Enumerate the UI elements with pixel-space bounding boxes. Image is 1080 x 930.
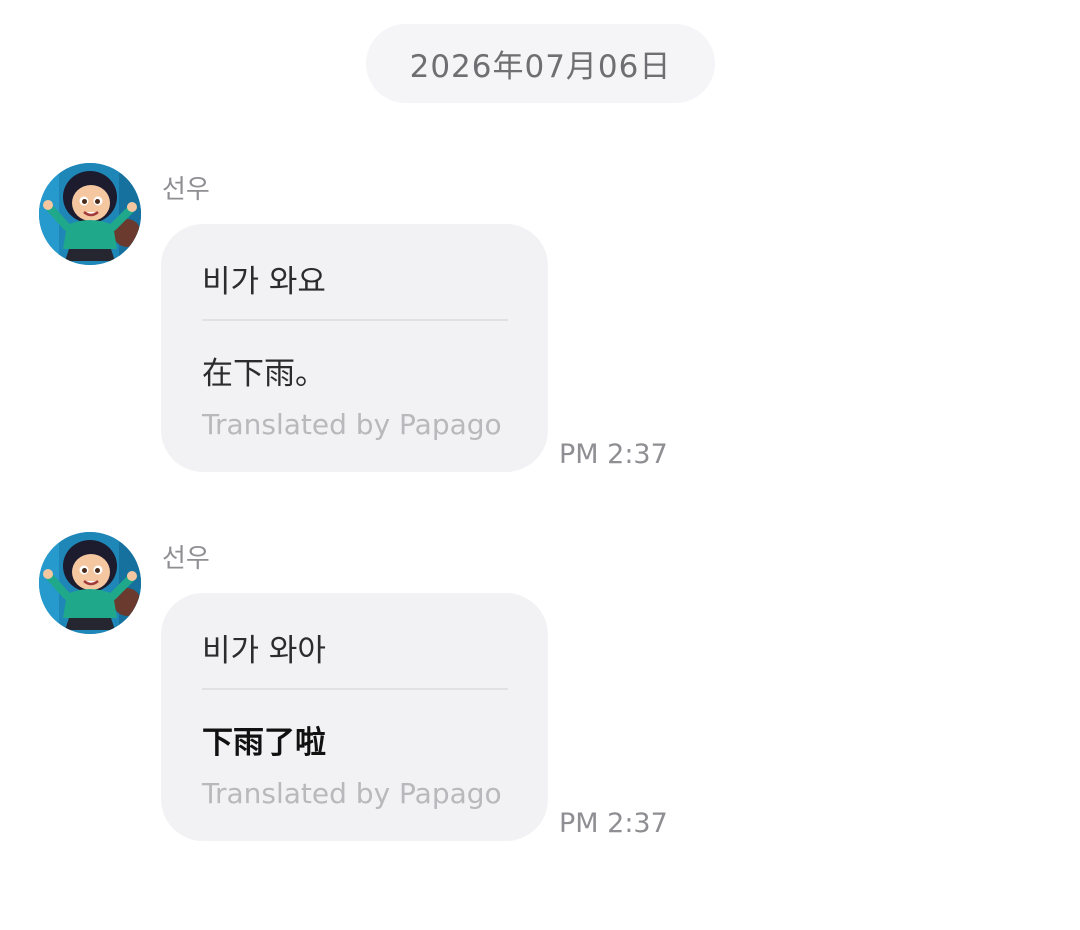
translation-credit: Translated by Papago (202, 777, 502, 810)
translated-text: 在下雨。 (202, 356, 326, 392)
sender-avatar[interactable] (39, 163, 141, 265)
message-time: PM 2:37 (559, 439, 668, 470)
sender-avatar[interactable] (39, 532, 141, 634)
date-separator: 2026年07月06日 (366, 24, 715, 103)
sender-name: 선우 (162, 544, 210, 574)
translated-text: 下雨了啦 (202, 725, 326, 761)
translation-credit: Translated by Papago (202, 408, 502, 441)
original-text: 비가 와아 (202, 633, 326, 669)
message-item: 선우 비가 와요 在下雨。 Translated by Papago PM 2:… (0, 163, 1080, 483)
translation-divider (202, 688, 508, 690)
message-time: PM 2:37 (559, 808, 668, 839)
message-bubble[interactable]: 비가 와아 下雨了啦 Translated by Papago (161, 593, 548, 841)
sender-name: 선우 (162, 175, 210, 205)
original-text: 비가 와요 (202, 264, 326, 300)
translation-divider (202, 319, 508, 321)
message-bubble[interactable]: 비가 와요 在下雨。 Translated by Papago (161, 224, 548, 472)
avatar-cartoon-girl-icon (39, 163, 141, 265)
message-item: 선우 비가 와아 下雨了啦 Translated by Papago PM 2:… (0, 532, 1080, 852)
date-label: 2026年07月06日 (409, 49, 672, 85)
avatar-cartoon-girl-icon (39, 532, 141, 634)
